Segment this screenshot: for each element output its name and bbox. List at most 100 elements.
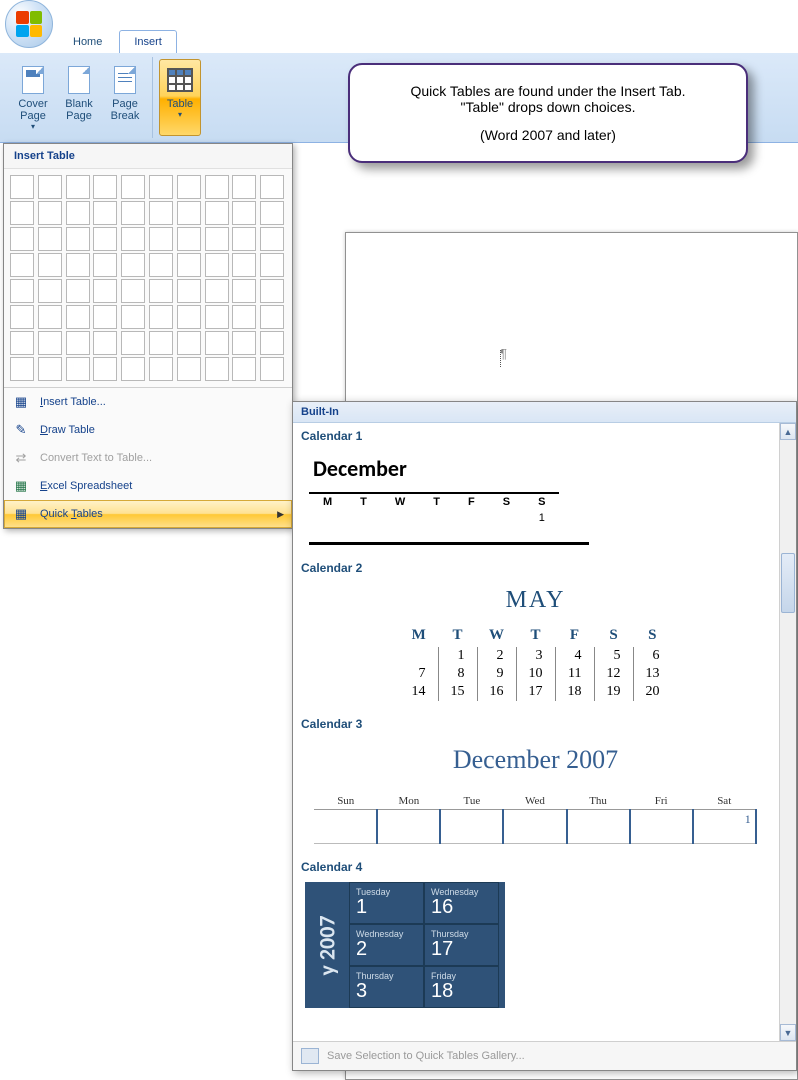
- menu-insert-table[interactable]: ▦ Insert Table...: [4, 388, 292, 416]
- grid-cell[interactable]: [93, 331, 117, 355]
- table-size-grid[interactable]: [4, 169, 292, 387]
- grid-cell[interactable]: [149, 227, 173, 251]
- grid-cell[interactable]: [205, 175, 229, 199]
- gallery-item-calendar2[interactable]: MAY MTWTFSS 1234567891011121314151617181…: [293, 577, 778, 711]
- gallery-item-calendar3[interactable]: December 2007 SunMonTueWedThuFriSat 1: [293, 733, 778, 854]
- grid-cell[interactable]: [38, 175, 62, 199]
- grid-cell[interactable]: [38, 227, 62, 251]
- grid-cell[interactable]: [260, 305, 284, 329]
- grid-cell[interactable]: [232, 305, 256, 329]
- grid-cell[interactable]: [93, 357, 117, 381]
- grid-cell[interactable]: [177, 201, 201, 225]
- grid-cell[interactable]: [66, 305, 90, 329]
- grid-cell[interactable]: [177, 357, 201, 381]
- grid-cell[interactable]: [149, 305, 173, 329]
- grid-cell[interactable]: [66, 227, 90, 251]
- scroll-down-icon[interactable]: ▼: [780, 1024, 796, 1041]
- grid-cell[interactable]: [121, 331, 145, 355]
- tab-insert[interactable]: Insert: [119, 30, 177, 53]
- grid-cell[interactable]: [66, 175, 90, 199]
- grid-cell[interactable]: [121, 357, 145, 381]
- grid-cell[interactable]: [232, 175, 256, 199]
- menu-draw-table[interactable]: ✎ Draw Table: [4, 416, 292, 444]
- grid-cell[interactable]: [10, 227, 34, 251]
- grid-cell[interactable]: [205, 253, 229, 277]
- grid-cell[interactable]: [232, 279, 256, 303]
- grid-cell[interactable]: [10, 331, 34, 355]
- grid-cell[interactable]: [38, 201, 62, 225]
- table-button[interactable]: Table ▾: [159, 59, 201, 136]
- grid-cell[interactable]: [38, 253, 62, 277]
- grid-cell[interactable]: [205, 305, 229, 329]
- grid-cell[interactable]: [205, 201, 229, 225]
- grid-cell[interactable]: [260, 227, 284, 251]
- grid-cell[interactable]: [121, 201, 145, 225]
- grid-cell[interactable]: [121, 175, 145, 199]
- grid-cell[interactable]: [260, 331, 284, 355]
- grid-cell[interactable]: [260, 201, 284, 225]
- grid-cell[interactable]: [66, 331, 90, 355]
- grid-cell[interactable]: [93, 305, 117, 329]
- grid-cell[interactable]: [260, 357, 284, 381]
- grid-cell[interactable]: [10, 253, 34, 277]
- grid-cell[interactable]: [177, 175, 201, 199]
- scroll-up-icon[interactable]: ▲: [780, 423, 796, 440]
- grid-cell[interactable]: [232, 253, 256, 277]
- menu-excel-spreadsheet[interactable]: ▦ Excel Spreadsheet: [4, 472, 292, 500]
- grid-cell[interactable]: [232, 227, 256, 251]
- cover-page-button[interactable]: Cover Page ▾: [12, 59, 54, 136]
- grid-cell[interactable]: [10, 357, 34, 381]
- grid-cell[interactable]: [38, 331, 62, 355]
- scrollbar[interactable]: ▲ ▼: [779, 423, 796, 1041]
- grid-cell[interactable]: [38, 357, 62, 381]
- grid-cell[interactable]: [205, 331, 229, 355]
- grid-cell[interactable]: [149, 331, 173, 355]
- grid-cell[interactable]: [121, 305, 145, 329]
- scroll-thumb[interactable]: [781, 553, 795, 613]
- grid-cell[interactable]: [205, 279, 229, 303]
- gallery-item-calendar1[interactable]: December MTWTFSS 1: [293, 445, 778, 555]
- grid-cell[interactable]: [232, 331, 256, 355]
- grid-cell[interactable]: [177, 227, 201, 251]
- grid-cell[interactable]: [121, 279, 145, 303]
- grid-cell[interactable]: [93, 227, 117, 251]
- blank-page-button[interactable]: Blank Page: [58, 59, 100, 136]
- grid-cell[interactable]: [10, 175, 34, 199]
- grid-cell[interactable]: [38, 279, 62, 303]
- grid-cell[interactable]: [10, 279, 34, 303]
- grid-cell[interactable]: [149, 201, 173, 225]
- grid-cell[interactable]: [93, 279, 117, 303]
- grid-cell[interactable]: [205, 357, 229, 381]
- grid-cell[interactable]: [177, 305, 201, 329]
- grid-cell[interactable]: [177, 253, 201, 277]
- gallery-item-calendar4[interactable]: y 2007 Tuesday1Wednesday16Wednesday2Thur…: [293, 876, 778, 1018]
- grid-cell[interactable]: [66, 357, 90, 381]
- grid-cell[interactable]: [205, 227, 229, 251]
- grid-cell[interactable]: [93, 175, 117, 199]
- grid-cell[interactable]: [260, 175, 284, 199]
- grid-cell[interactable]: [232, 201, 256, 225]
- grid-cell[interactable]: [149, 253, 173, 277]
- grid-cell[interactable]: [149, 279, 173, 303]
- grid-cell[interactable]: [121, 253, 145, 277]
- grid-cell[interactable]: [260, 279, 284, 303]
- menu-quick-tables[interactable]: ▦ Quick Tables ▶: [4, 500, 292, 528]
- grid-cell[interactable]: [121, 227, 145, 251]
- grid-cell[interactable]: [93, 253, 117, 277]
- office-button[interactable]: [5, 0, 53, 48]
- grid-cell[interactable]: [10, 201, 34, 225]
- tab-home[interactable]: Home: [58, 30, 117, 53]
- grid-cell[interactable]: [149, 175, 173, 199]
- grid-cell[interactable]: [177, 279, 201, 303]
- grid-cell[interactable]: [66, 201, 90, 225]
- page-break-button[interactable]: Page Break: [104, 59, 146, 136]
- grid-cell[interactable]: [66, 253, 90, 277]
- grid-cell[interactable]: [149, 357, 173, 381]
- grid-cell[interactable]: [66, 279, 90, 303]
- grid-cell[interactable]: [38, 305, 62, 329]
- grid-cell[interactable]: [93, 201, 117, 225]
- grid-cell[interactable]: [232, 357, 256, 381]
- grid-cell[interactable]: [260, 253, 284, 277]
- grid-cell[interactable]: [10, 305, 34, 329]
- grid-cell[interactable]: [177, 331, 201, 355]
